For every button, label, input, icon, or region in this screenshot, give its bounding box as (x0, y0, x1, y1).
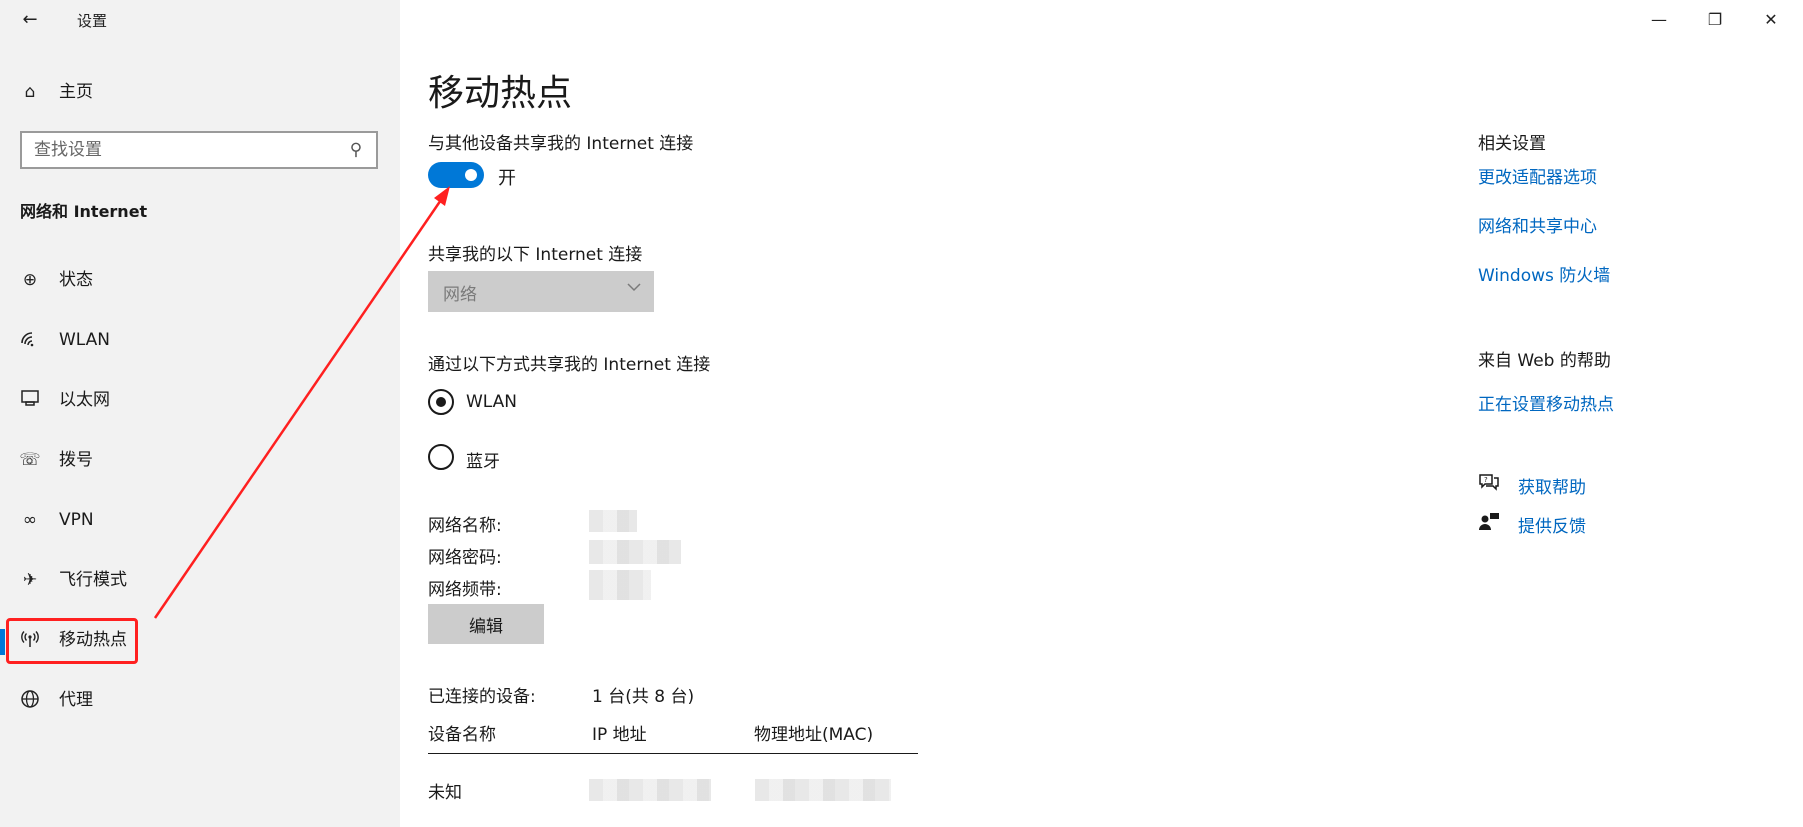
ethernet-icon (19, 389, 41, 411)
sidebar-item-label: 以太网 (59, 390, 110, 410)
sidebar-item-label: WLAN (59, 330, 111, 350)
radio-wlan[interactable] (428, 389, 454, 415)
feedback-icon (1478, 511, 1500, 533)
network-band-label: 网络频带: (428, 580, 502, 600)
restore-button[interactable]: ❐ (1687, 0, 1743, 40)
table-cell-device: 未知 (428, 783, 462, 803)
sidebar-item-label: 状态 (59, 270, 93, 290)
sidebar-item-label: 代理 (59, 690, 93, 710)
share-over-label: 通过以下方式共享我的 Internet 连接 (428, 355, 711, 375)
dialup-icon: ☏ (19, 450, 41, 470)
column-header-device: 设备名称 (428, 725, 496, 745)
redacted-ip-address (589, 779, 711, 801)
link-provide-feedback[interactable]: 提供反馈 (1518, 512, 1586, 537)
share-from-label: 共享我的以下 Internet 连接 (428, 245, 643, 265)
hotspot-toggle[interactable] (428, 162, 484, 188)
radio-bluetooth-label: 蓝牙 (466, 452, 500, 472)
page-title: 移动热点 (428, 73, 573, 114)
related-settings-heading: 相关设置 (1478, 134, 1546, 154)
dropdown-value: 网络 (443, 285, 477, 305)
link-network-sharing-center[interactable]: 网络和共享中心 (1478, 212, 1597, 237)
sidebar-item-label: 移动热点 (59, 630, 127, 650)
sidebar-item-label: VPN (59, 510, 94, 530)
hotspot-icon (19, 629, 41, 651)
vpn-icon: ∞ (22, 510, 38, 530)
sidebar-item-airplane[interactable]: ✈ 飞行模式 (0, 558, 400, 618)
sidebar-item-proxy[interactable]: 代理 (0, 678, 400, 738)
help-chat-icon: ? (1478, 472, 1500, 494)
network-name-label: 网络名称: (428, 516, 502, 536)
minimize-button[interactable]: — (1631, 0, 1687, 40)
redacted-network-name (589, 510, 637, 532)
devices-table-header: 设备名称 IP 地址 物理地址(MAC) (428, 720, 918, 754)
wifi-icon (19, 329, 41, 351)
chevron-down-icon (626, 279, 642, 299)
toggle-state-label: 开 (498, 168, 516, 189)
column-header-ip: IP 地址 (592, 725, 647, 745)
link-adapter-options[interactable]: 更改适配器选项 (1478, 163, 1597, 188)
globe-icon (19, 689, 41, 711)
redacted-network-band (589, 570, 651, 600)
sidebar-item-label: 拨号 (59, 450, 93, 470)
sidebar-item-label: 飞行模式 (59, 570, 127, 590)
search-icon[interactable]: ⚲ (346, 139, 366, 161)
connected-devices-label: 已连接的设备: (428, 687, 536, 707)
share-from-dropdown[interactable]: 网络 (428, 271, 654, 312)
radio-bluetooth[interactable] (428, 444, 454, 470)
status-icon: ⊕ (22, 270, 38, 290)
sidebar-item-vpn[interactable]: ∞ VPN (0, 498, 400, 558)
home-icon: ⌂ (24, 82, 36, 102)
sidebar-item-home[interactable]: ⌂ 主页 (0, 72, 400, 112)
close-button[interactable]: ✕ (1743, 0, 1799, 40)
link-setup-hotspot[interactable]: 正在设置移动热点 (1478, 390, 1614, 415)
svg-text:?: ? (1484, 476, 1488, 484)
toggle-knob (465, 169, 477, 181)
search-input[interactable] (34, 139, 334, 161)
sidebar: ← 设置 ⌂ 主页 ⚲ 网络和 Internet ⊕ 状态 WLAN (0, 0, 400, 827)
redacted-mac-address (755, 779, 891, 801)
edit-button[interactable]: 编辑 (428, 604, 544, 644)
section-title: 网络和 Internet (20, 202, 148, 221)
sidebar-item-label: 主页 (59, 82, 93, 102)
sidebar-item-dialup[interactable]: ☏ 拨号 (0, 438, 400, 498)
column-header-mac: 物理地址(MAC) (754, 725, 874, 745)
app-title: 设置 (77, 12, 108, 30)
network-password-label: 网络密码: (428, 548, 502, 568)
radio-wlan-label: WLAN (466, 392, 518, 412)
sidebar-item-ethernet[interactable]: 以太网 (0, 378, 400, 438)
web-help-heading: 来自 Web 的帮助 (1478, 351, 1611, 371)
link-get-help[interactable]: 获取帮助 (1518, 473, 1586, 498)
search-box: ⚲ (20, 131, 378, 169)
airplane-icon: ✈ (22, 570, 38, 590)
redacted-network-password (589, 540, 681, 564)
back-arrow-icon[interactable]: ← (18, 8, 42, 32)
sidebar-item-status[interactable]: ⊕ 状态 (0, 258, 400, 318)
sidebar-nav: ⊕ 状态 WLAN 以太网 ☏ 拨号 ∞ VPN ✈ 飞行模式 移动热点 代理 (0, 258, 400, 738)
connected-devices-count: 1 台(共 8 台) (592, 687, 695, 707)
sidebar-item-wlan[interactable]: WLAN (0, 318, 400, 378)
sidebar-item-hotspot[interactable]: 移动热点 (0, 618, 400, 678)
share-internet-label: 与其他设备共享我的 Internet 连接 (428, 134, 694, 154)
settings-window: ← 设置 ⌂ 主页 ⚲ 网络和 Internet ⊕ 状态 WLAN (0, 0, 1803, 827)
link-windows-firewall[interactable]: Windows 防火墙 (1478, 261, 1610, 286)
